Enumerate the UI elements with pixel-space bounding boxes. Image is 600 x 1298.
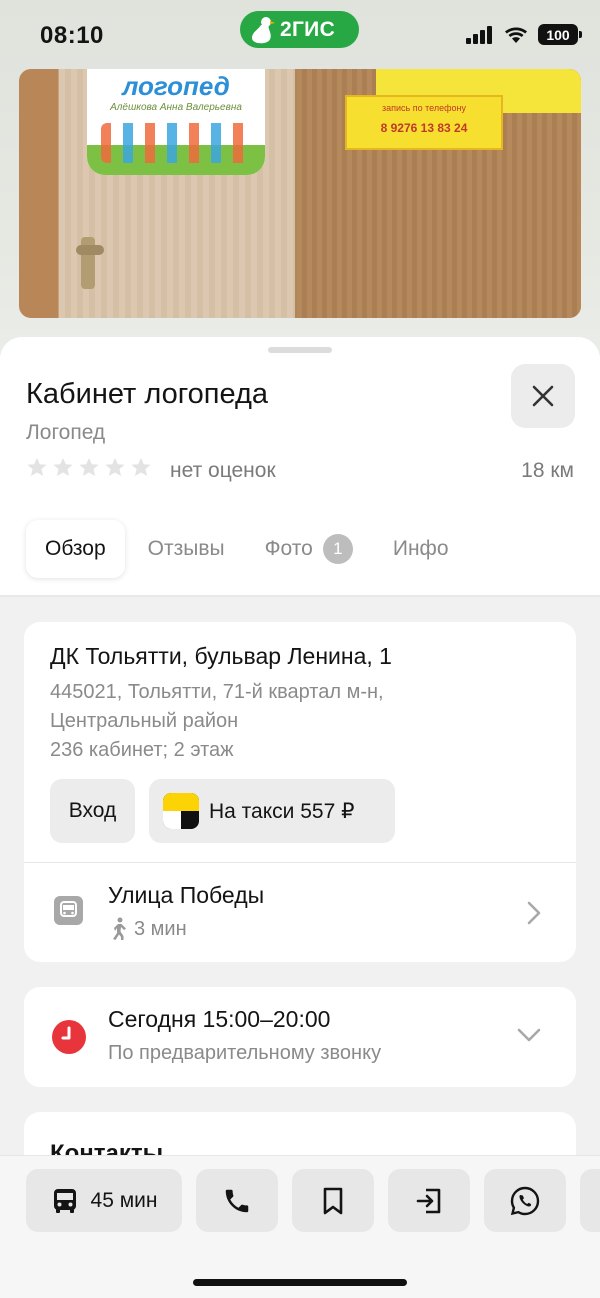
hours-today: Сегодня 15:00–20:00 xyxy=(108,1006,331,1032)
address-card: ДК Тольятти, бульвар Ленина, 1 445021, Т… xyxy=(24,622,576,962)
cellular-signal-icon xyxy=(466,25,492,44)
hours-card[interactable]: Сегодня 15:00–20:00 По предварительному … xyxy=(24,987,576,1087)
status-bar: 08:10 2ГИС 100 xyxy=(0,0,600,66)
sign-kids-illustration xyxy=(101,123,251,163)
star-icon xyxy=(79,457,99,476)
bottom-action-bar: 45 мин xyxy=(0,1155,600,1298)
place-sheet: Кабинет логопеда Логопед нет оценок 18 к… xyxy=(0,337,600,1298)
photos-count-badge: 1 xyxy=(322,534,353,564)
tab-info-label: Инфо xyxy=(392,537,449,560)
tab-reviews-label: Отзывы xyxy=(147,537,225,560)
door-handle xyxy=(76,245,104,255)
address-details: 445021, Тольятти, 71-й квартал м-н, Цент… xyxy=(50,678,550,765)
star-icon xyxy=(53,457,73,476)
header-divider xyxy=(0,595,600,597)
tab-bar: Обзор Отзывы Фото 1 Инфо xyxy=(26,520,449,578)
chevron-right-icon[interactable] xyxy=(526,900,542,926)
chevron-down-icon[interactable] xyxy=(516,1027,542,1043)
bus-icon xyxy=(53,1188,76,1213)
rating-stars xyxy=(26,456,152,478)
entrance-button-label: Вход xyxy=(68,799,117,822)
entrance-share-button[interactable] xyxy=(388,1169,470,1232)
entrance-button[interactable]: Вход xyxy=(50,779,135,843)
card-divider xyxy=(24,862,576,863)
bus-stop-icon xyxy=(54,896,83,925)
rating-text: нет оценок xyxy=(170,459,276,482)
distance-label: 18 км xyxy=(521,459,574,482)
door-sign-title: логопед xyxy=(122,71,230,101)
whatsapp-icon xyxy=(510,1186,540,1215)
more-actions-button[interactable] xyxy=(580,1169,600,1232)
address-line: Центральный район xyxy=(50,710,239,732)
phone-icon xyxy=(225,1189,249,1212)
phone-sign-caption: запись по телефону xyxy=(382,103,466,113)
home-indicator xyxy=(193,1279,407,1286)
app-logo-text: 2ГИС xyxy=(280,17,336,41)
tab-photos-label: Фото xyxy=(264,537,313,560)
door-sign-subtitle: Алёшкова Анна Валерьевна xyxy=(110,102,242,113)
call-button[interactable] xyxy=(196,1169,278,1232)
walk-time-text: 3 мин xyxy=(134,917,187,940)
address-main[interactable]: ДК Тольятти, бульвар Ленина, 1 xyxy=(50,643,392,670)
phone-sign: запись по телефону 8 9276 13 83 24 xyxy=(345,95,503,150)
taxi-button-label: На такси 557 ₽ xyxy=(209,799,355,823)
walking-icon xyxy=(113,917,126,940)
walk-time-row: 3 мин xyxy=(108,917,187,941)
sheet-grabber[interactable] xyxy=(268,347,332,353)
wifi-icon xyxy=(505,27,527,43)
status-icons: 100 xyxy=(466,24,582,45)
enter-icon xyxy=(416,1188,441,1213)
address-line: 445021, Тольятти, 71-й квартал м-н, xyxy=(50,681,384,703)
whatsapp-button[interactable] xyxy=(484,1169,566,1232)
phone-sign-number: 8 9276 13 83 24 xyxy=(380,121,468,135)
status-time: 08:10 xyxy=(40,22,104,49)
tab-reviews[interactable]: Отзывы xyxy=(148,520,225,578)
bookmark-icon xyxy=(323,1187,343,1214)
battery-indicator: 100 xyxy=(538,24,582,45)
tab-overview-label: Обзор xyxy=(45,537,106,560)
close-icon xyxy=(532,385,554,407)
yandex-taxi-icon xyxy=(163,793,199,829)
tab-info[interactable]: Инфо xyxy=(393,520,449,578)
tab-overview[interactable]: Обзор xyxy=(26,520,125,578)
taxi-button[interactable]: На такси 557 ₽ xyxy=(149,779,395,843)
hours-note: По предварительному звонку xyxy=(108,1042,382,1064)
nearest-stop-name[interactable]: Улица Победы xyxy=(108,882,264,909)
sheet-header: Кабинет логопеда Логопед нет оценок 18 к… xyxy=(0,337,600,597)
star-icon xyxy=(27,457,47,476)
door-sign: логопед Алёшкова Анна Валерьевна xyxy=(87,69,265,175)
bookmark-button[interactable] xyxy=(292,1169,374,1232)
app-logo-badge[interactable]: 2ГИС xyxy=(240,11,359,48)
route-button[interactable]: 45 мин xyxy=(26,1169,182,1232)
star-icon xyxy=(105,457,125,476)
place-category: Логопед xyxy=(26,421,106,444)
place-photo[interactable]: логопед Алёшкова Анна Валерьевна запись … xyxy=(19,69,581,318)
goose-icon xyxy=(252,16,275,43)
route-time-label: 45 мин xyxy=(90,1188,158,1212)
address-line: 236 кабинет; 2 этаж xyxy=(50,739,234,761)
star-icon xyxy=(131,457,151,476)
clock-icon xyxy=(52,1020,86,1054)
place-title: Кабинет логопеда xyxy=(26,378,269,410)
tab-photos[interactable]: Фото 1 xyxy=(265,520,353,578)
close-button[interactable] xyxy=(511,364,575,428)
